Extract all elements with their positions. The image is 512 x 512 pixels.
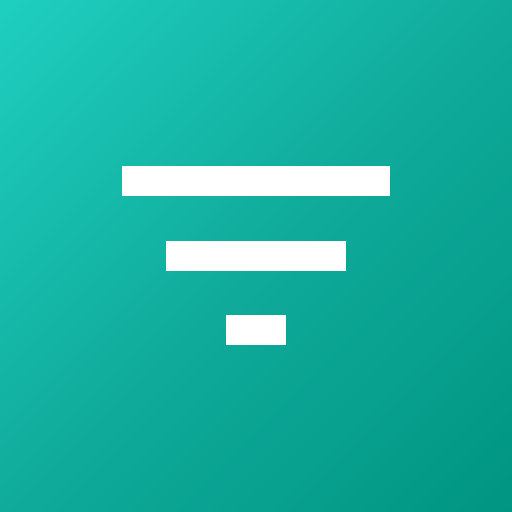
filter-bar-bottom <box>226 315 286 345</box>
filter-icon <box>0 0 512 512</box>
filter-bar-top <box>122 166 390 196</box>
filter-bar-middle <box>166 241 346 271</box>
app-icon[interactable] <box>0 0 512 512</box>
